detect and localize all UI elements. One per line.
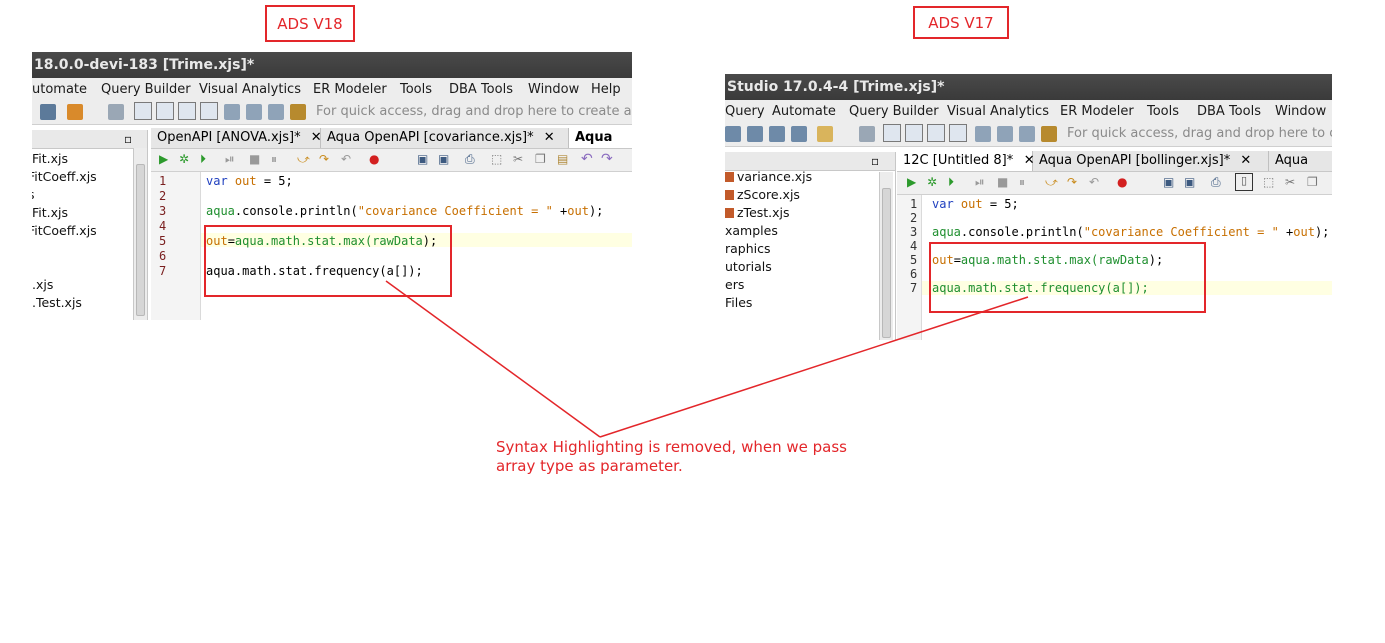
annotation-line-2: array type as parameter. <box>496 457 683 475</box>
connector-left <box>385 280 601 438</box>
annotation-line-1: Syntax Highlighting is removed, when we … <box>496 438 847 456</box>
annotation-connectors <box>385 280 1029 438</box>
connector-right <box>599 296 1029 438</box>
annotation-note: Syntax Highlighting is removed, when we … <box>496 438 847 476</box>
